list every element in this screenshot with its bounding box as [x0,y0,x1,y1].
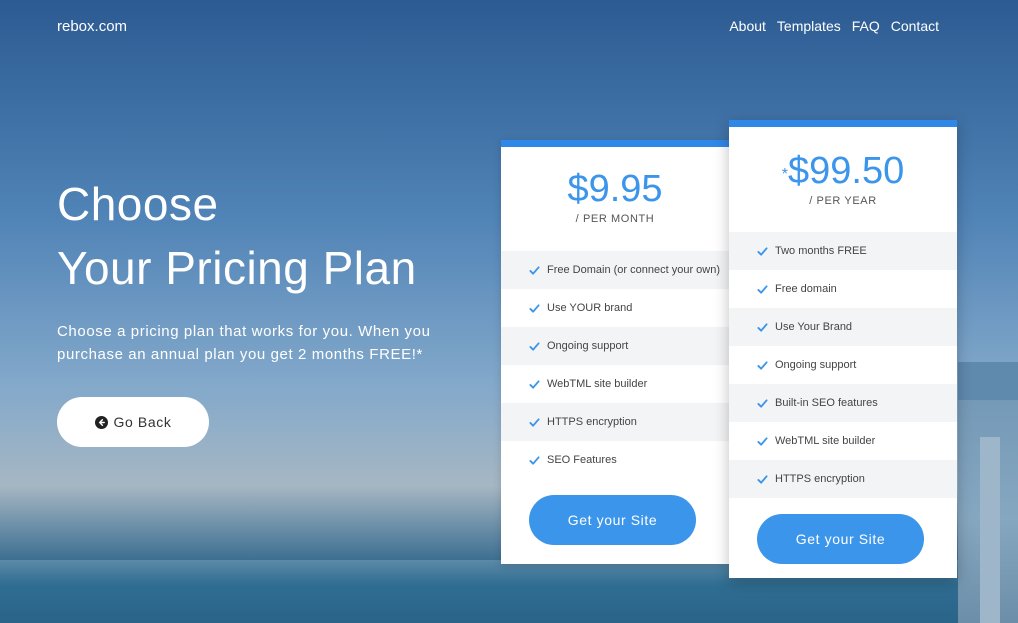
title-line-2: Your Pricing Plan [57,242,417,294]
go-back-button[interactable]: Go Back [57,397,209,447]
feature-list: Free Domain (or connect your own) Use YO… [501,251,729,479]
brand-logo[interactable]: rebox.com [57,18,127,35]
go-back-label: Go Back [113,414,172,430]
list-item: Free domain [729,270,957,308]
list-item: SEO Features [501,441,729,479]
list-item: Use Your Brand [729,308,957,346]
check-icon [757,322,768,333]
list-item: Ongoing support [501,327,729,365]
check-icon [529,303,540,314]
check-icon [529,265,540,276]
card-top-bar [501,140,729,147]
nav-link-templates[interactable]: Templates [777,18,841,34]
nav-links: About Templates FAQ Contact [729,18,939,34]
check-icon [757,436,768,447]
list-item: Built-in SEO features [729,384,957,422]
nav-link-about[interactable]: About [729,18,766,34]
list-item: Free Domain (or connect your own) [501,251,729,289]
check-icon [757,284,768,295]
feature-list: Two months FREE Free domain Use Your Bra… [729,232,957,498]
check-icon [757,246,768,257]
check-icon [529,379,540,390]
check-icon [529,341,540,352]
pier-structure [958,362,1018,623]
nav-link-contact[interactable]: Contact [891,18,939,34]
page-title: Choose Your Pricing Plan [57,172,417,300]
check-icon [757,474,768,485]
plan-price: *$99.50 [781,150,905,192]
arrow-left-circle-icon [94,415,108,429]
list-item: WebTML site builder [729,422,957,460]
get-your-site-button-yearly[interactable]: Get your Site [757,514,924,564]
plan-price: $9.95 [567,168,663,210]
title-line-1: Choose [57,178,219,230]
check-icon [757,360,768,371]
plan-period: / PER YEAR [809,195,877,207]
pricing-card-yearly: *$99.50 / PER YEAR Two months FREE Free … [729,120,957,578]
get-your-site-button-monthly[interactable]: Get your Site [529,495,696,545]
card-top-bar [729,120,957,127]
list-item: Use YOUR brand [501,289,729,327]
list-item: WebTML site builder [501,365,729,403]
check-icon [757,398,768,409]
list-item: HTTPS encryption [729,460,957,498]
pricing-card-monthly: $9.95 / PER MONTH Free Domain (or connec… [501,140,729,564]
list-item: Ongoing support [729,346,957,384]
top-nav: rebox.com About Templates FAQ Contact [0,0,1018,54]
check-icon [529,455,540,466]
list-item: Two months FREE [729,232,957,270]
plan-period: / PER MONTH [575,213,655,225]
hero-description: Choose a pricing plan that works for you… [57,323,431,363]
check-icon [529,417,540,428]
nav-link-faq[interactable]: FAQ [852,18,880,34]
list-item: HTTPS encryption [501,403,729,441]
